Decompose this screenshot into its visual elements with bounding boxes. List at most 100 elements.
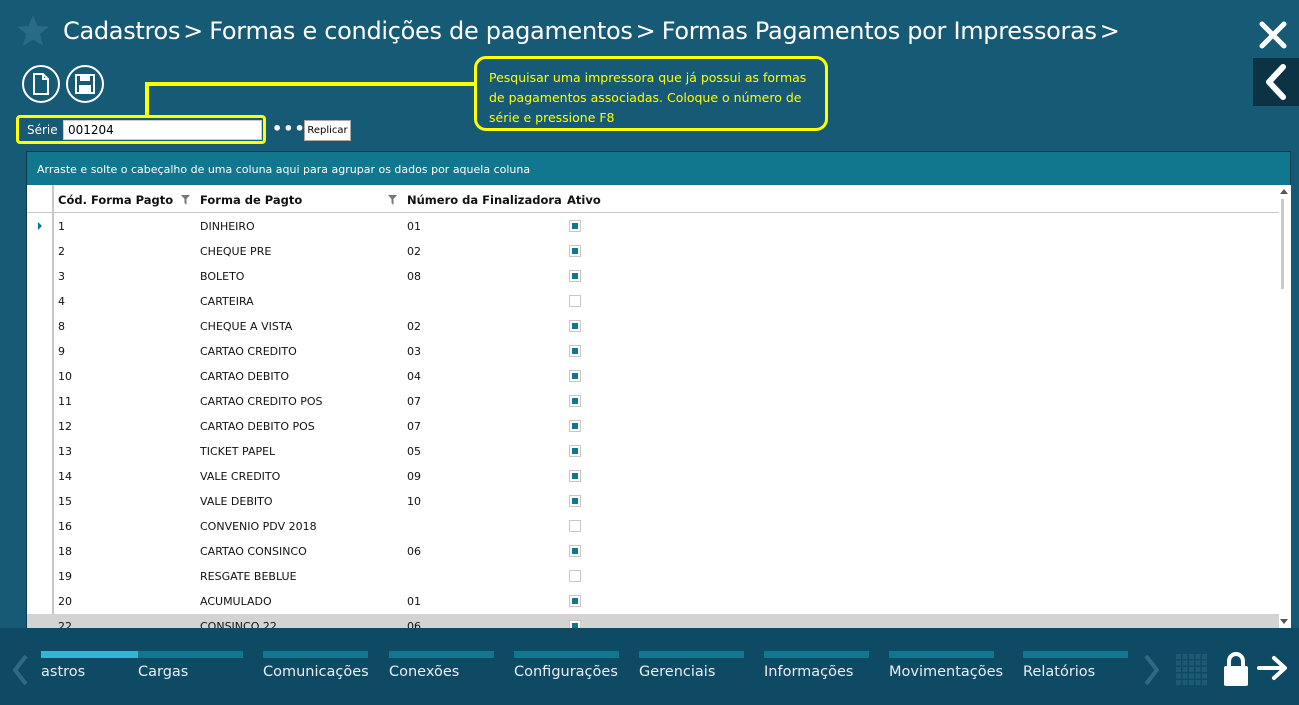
cell-forma: CARTAO DEBITO xyxy=(200,370,289,383)
ativo-checkbox[interactable] xyxy=(569,295,581,307)
collapse-panel-button[interactable] xyxy=(1253,58,1299,106)
table-row[interactable]: 22 CONSINCO 22 06 xyxy=(27,614,1279,628)
cell-numero: 05 xyxy=(407,445,421,458)
nav-item-3[interactable]: Conexões xyxy=(389,651,494,691)
column-header-numero[interactable]: Número da Finalizadora xyxy=(407,193,562,207)
table-row[interactable]: 15 VALE DEBITO 10 xyxy=(27,489,1279,514)
nav-item-0[interactable]: astros xyxy=(41,651,146,691)
cell-numero: 04 xyxy=(407,370,421,383)
nav-item-4[interactable]: Configurações xyxy=(514,651,619,691)
table-row[interactable]: 19 RESGATE BEBLUE xyxy=(27,564,1279,589)
table-row[interactable]: 13 TICKET PAPEL 05 xyxy=(27,439,1279,464)
nav-item-7[interactable]: Movimentações xyxy=(889,651,1003,691)
column-header-forma[interactable]: Forma de Pagto xyxy=(200,193,302,207)
filter-icon[interactable] xyxy=(181,195,190,205)
table-row[interactable]: 3 BOLETO 08 xyxy=(27,264,1279,289)
nav-item-bar xyxy=(138,651,243,658)
cell-numero: 01 xyxy=(407,595,421,608)
more-options-button[interactable]: ••• xyxy=(272,121,306,137)
ativo-checkbox[interactable] xyxy=(569,345,581,357)
cell-numero: 08 xyxy=(407,270,421,283)
breadcrumb-item-formas-impressoras[interactable]: Formas Pagamentos por Impressoras xyxy=(662,17,1097,45)
breadcrumb-item-formas-condicoes[interactable]: Formas e condições de pagamentos xyxy=(209,17,633,45)
ativo-checkbox[interactable] xyxy=(569,495,581,507)
ativo-checkbox[interactable] xyxy=(569,595,581,607)
new-button[interactable] xyxy=(22,65,60,103)
cell-cod: 1 xyxy=(58,220,65,233)
grid-rows: 1 DINHEIRO 01 2 CHEQUE PRE 02 3 BOLETO 08 4 CARTEI… xyxy=(27,214,1279,628)
cell-forma: VALE CREDITO xyxy=(200,470,281,483)
nav-item-label: astros xyxy=(41,664,86,680)
nav-item-label: Relatórios xyxy=(1023,664,1096,680)
group-by-panel[interactable]: Arraste e solte o cabeçalho de uma colun… xyxy=(27,152,1290,185)
serie-input[interactable] xyxy=(63,120,262,140)
cell-cod: 22 xyxy=(58,620,72,628)
ativo-checkbox[interactable] xyxy=(569,520,581,532)
scroll-up-arrow-icon[interactable] xyxy=(1280,189,1288,194)
filter-icon[interactable] xyxy=(388,195,397,205)
exit-arrow-icon[interactable] xyxy=(1257,655,1289,681)
current-row-indicator-icon xyxy=(38,222,42,230)
cell-forma: CARTAO CREDITO POS xyxy=(200,395,323,408)
chevron-left-icon[interactable] xyxy=(10,653,30,687)
table-row[interactable]: 14 VALE CREDITO 09 xyxy=(27,464,1279,489)
cell-forma: CHEQUE A VISTA xyxy=(200,320,293,333)
scroll-thumb[interactable] xyxy=(1281,199,1284,289)
ativo-checkbox[interactable] xyxy=(569,245,581,257)
table-row[interactable]: 16 CONVENIO PDV 2018 xyxy=(27,514,1279,539)
callout-connector xyxy=(145,82,149,116)
cell-cod: 14 xyxy=(58,470,72,483)
lock-icon[interactable] xyxy=(1222,651,1250,687)
table-row[interactable]: 18 CARTAO CONSINCO 06 xyxy=(27,539,1279,564)
nav-item-6[interactable]: Informações xyxy=(764,651,869,691)
cell-forma: TICKET PAPEL xyxy=(200,445,276,458)
save-button[interactable] xyxy=(66,65,104,103)
ativo-checkbox[interactable] xyxy=(569,420,581,432)
nav-item-bar xyxy=(389,651,494,658)
cell-numero: 09 xyxy=(407,470,421,483)
breadcrumb-separator: > xyxy=(183,17,204,45)
ativo-checkbox[interactable] xyxy=(569,220,581,232)
vertical-scrollbar[interactable] xyxy=(1279,185,1291,628)
table-row[interactable]: 4 CARTEIRA xyxy=(27,289,1279,314)
column-header-cod[interactable]: Cód. Forma Pagto xyxy=(58,193,173,207)
cell-forma: CONVENIO PDV 2018 xyxy=(200,520,317,533)
table-row[interactable]: 1 DINHEIRO 01 xyxy=(27,214,1279,239)
column-header-ativo[interactable]: Ativo xyxy=(567,193,601,207)
nav-item-8[interactable]: Relatórios xyxy=(1023,651,1128,691)
close-icon[interactable] xyxy=(1258,20,1288,50)
nav-item-2[interactable]: Comunicações xyxy=(263,651,369,691)
table-row[interactable]: 11 CARTAO CREDITO POS 07 xyxy=(27,389,1279,414)
ativo-checkbox[interactable] xyxy=(569,395,581,407)
nav-item-1[interactable]: Cargas xyxy=(138,651,243,691)
nav-item-label: Informações xyxy=(764,664,854,680)
nav-item-5[interactable]: Gerenciais xyxy=(639,651,744,691)
ativo-checkbox[interactable] xyxy=(569,570,581,582)
table-row[interactable]: 12 CARTAO DEBITO POS 07 xyxy=(27,414,1279,439)
cell-forma: CHEQUE PRE xyxy=(200,245,272,258)
favorite-star-icon[interactable] xyxy=(16,14,50,48)
breadcrumb-separator: > xyxy=(635,17,656,45)
table-row[interactable]: 9 CARTAO CREDITO 03 xyxy=(27,339,1279,364)
ativo-checkbox[interactable] xyxy=(569,545,581,557)
nav-item-bar xyxy=(41,651,146,658)
replicar-button[interactable]: Replicar xyxy=(304,120,351,141)
breadcrumb-item-cadastros[interactable]: Cadastros xyxy=(63,17,180,45)
cell-numero: 02 xyxy=(407,245,421,258)
ativo-checkbox[interactable] xyxy=(569,320,581,332)
ativo-checkbox[interactable] xyxy=(569,270,581,282)
table-row[interactable]: 2 CHEQUE PRE 02 xyxy=(27,239,1279,264)
ativo-checkbox[interactable] xyxy=(569,370,581,382)
table-row[interactable]: 20 ACUMULADO 01 xyxy=(27,589,1279,614)
apps-grid-icon[interactable] xyxy=(1176,654,1208,686)
cell-cod: 11 xyxy=(58,395,72,408)
ativo-checkbox[interactable] xyxy=(569,620,581,628)
ativo-checkbox[interactable] xyxy=(569,470,581,482)
ativo-checkbox[interactable] xyxy=(569,445,581,457)
nav-item-bar xyxy=(1023,651,1128,658)
scroll-down-arrow-icon[interactable] xyxy=(1280,619,1288,624)
chevron-right-icon[interactable] xyxy=(1142,653,1162,687)
cell-cod: 13 xyxy=(58,445,72,458)
table-row[interactable]: 8 CHEQUE A VISTA 02 xyxy=(27,314,1279,339)
table-row[interactable]: 10 CARTAO DEBITO 04 xyxy=(27,364,1279,389)
